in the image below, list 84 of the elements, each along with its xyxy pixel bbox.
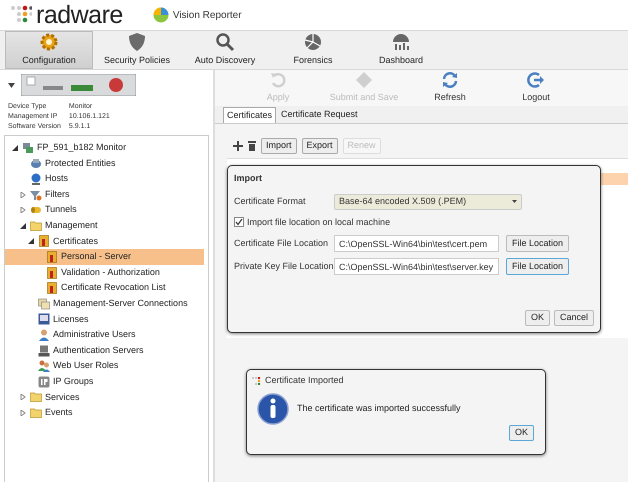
checkbox-label: Import file location on local machine — [247, 216, 390, 229]
tree-item[interactable]: Protected Entities — [5, 156, 204, 172]
dialog-button[interactable]: Cancel — [554, 310, 594, 326]
tab[interactable]: Certificate Request — [278, 107, 361, 123]
server-icon — [38, 344, 50, 357]
dashboard-icon — [391, 32, 411, 52]
nav-tab[interactable]: Auto Discovery — [181, 31, 269, 69]
tree-item[interactable]: Validation - Authorization — [5, 264, 204, 280]
action-button[interactable]: Export — [302, 138, 338, 154]
tree-item[interactable]: Tunnels — [5, 202, 204, 218]
undo-icon — [269, 70, 287, 88]
gear-icon — [39, 32, 59, 52]
search-icon — [215, 32, 235, 52]
path-field[interactable]: C:\OpenSSL-Win64\bin\test\cert.pem — [334, 235, 499, 252]
filter-icon — [30, 188, 42, 201]
tree-item[interactable]: IP Groups — [5, 374, 204, 390]
nav-tab[interactable]: Security Policies — [93, 31, 181, 69]
tree-item[interactable]: Hosts — [5, 171, 204, 187]
tree-item[interactable]: Web User Roles — [5, 358, 204, 374]
nav-tab[interactable]: Forensics — [269, 31, 357, 69]
pie-chart-icon — [303, 32, 323, 52]
field-label: Certificate File Location — [234, 236, 330, 250]
nav-tab[interactable]: Configuration — [5, 31, 93, 69]
tree-item[interactable]: Licenses — [5, 312, 204, 328]
format-select[interactable]: Base-64 encoded X.509 (.PEM) — [334, 194, 522, 210]
tree-item[interactable]: Administrative Users — [5, 327, 204, 343]
path-field[interactable]: C:\OpenSSL-Win64\bin\test\server.key — [334, 258, 499, 275]
dropdown-icon[interactable] — [8, 82, 15, 88]
expand-icon[interactable] — [20, 207, 26, 214]
brand-name: radware — [36, 2, 123, 28]
tree-item[interactable]: Certificate Revocation List — [5, 280, 204, 296]
add-icon[interactable] — [233, 141, 243, 151]
field-label: Private Key File Location — [234, 260, 334, 273]
caret-icon — [512, 200, 517, 203]
field-label: Certificate Format — [234, 194, 307, 208]
collapse-icon[interactable] — [28, 238, 34, 244]
tree-item[interactable]: FP_591_b182 Monitor — [5, 140, 204, 156]
collapse-icon[interactable] — [12, 144, 18, 151]
tree-item[interactable]: Personal - Server — [5, 249, 204, 265]
globe-icon — [30, 172, 42, 185]
message-text: The certificate was imported successfully — [297, 402, 461, 415]
certificate-icon — [38, 235, 50, 248]
toolbar-button[interactable]: Logout — [493, 70, 579, 106]
expand-icon[interactable] — [20, 192, 26, 198]
file-location-button[interactable]: File Location — [506, 235, 570, 252]
users-icon — [38, 360, 50, 372]
check-icon — [235, 218, 243, 226]
expand-icon[interactable] — [20, 394, 26, 400]
tree-item[interactable]: Certificates — [5, 234, 204, 250]
logout-icon — [527, 70, 545, 88]
toolbar-button[interactable]: Refresh — [407, 70, 493, 106]
certificate-icon — [46, 250, 58, 263]
nav-tab[interactable]: Dashboard — [357, 31, 445, 69]
ip-icon — [38, 376, 50, 388]
tree-item[interactable]: Events — [5, 405, 204, 421]
user-icon — [38, 328, 50, 341]
shield-icon — [127, 32, 147, 52]
tree-item[interactable]: Services — [5, 390, 204, 406]
checkbox[interactable] — [234, 217, 244, 228]
action-button[interactable]: Import — [261, 138, 297, 154]
pie-logo-icon — [152, 7, 169, 23]
dialog-button[interactable]: OK — [524, 310, 550, 326]
license-icon — [38, 313, 50, 326]
refresh-icon — [441, 70, 459, 88]
trash-icon[interactable] — [248, 141, 256, 151]
file-location-button[interactable]: File Location — [506, 258, 570, 275]
expand-icon[interactable] — [20, 410, 26, 416]
product-name: Vision Reporter — [172, 8, 242, 22]
logo-icon — [10, 5, 32, 25]
tree-item[interactable]: Management — [5, 218, 204, 234]
certificate-icon — [46, 282, 58, 294]
ok-button[interactable]: OK — [508, 424, 534, 440]
tree-item[interactable]: Filters — [5, 186, 204, 202]
dialog-title: Import — [234, 172, 263, 185]
dialog-title: Certificate Imported — [265, 374, 344, 387]
info-icon — [257, 392, 289, 424]
servers-icon — [30, 157, 42, 170]
tree-item[interactable]: Authentication Servers — [5, 342, 204, 358]
logo-icon — [252, 376, 261, 385]
certificate-icon — [46, 266, 58, 279]
tab[interactable]: Certificates — [223, 107, 276, 123]
collapse-icon[interactable] — [20, 222, 26, 229]
network-device-icon — [22, 142, 34, 154]
tree-item[interactable]: Management-Server Connections — [5, 296, 204, 312]
